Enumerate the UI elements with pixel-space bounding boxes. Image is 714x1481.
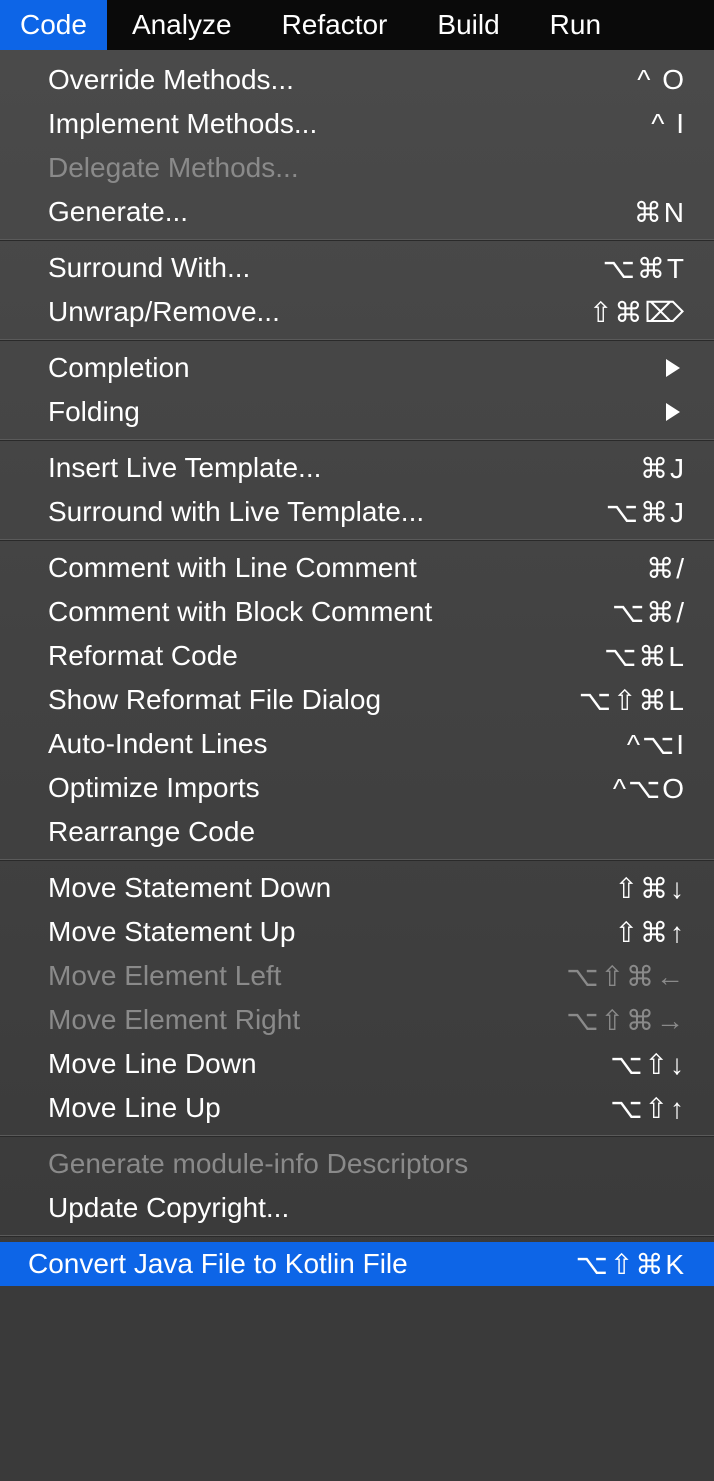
menubar-item-build[interactable]: Build [412,0,524,50]
menu-label: Move Statement Down [48,872,615,904]
menu-item-completion[interactable]: Completion [0,346,714,390]
menu-item-reformat-code[interactable]: Reformat Code ⌥⌘L [0,634,714,678]
menu-label: Override Methods... [48,64,637,96]
menu-item-generate[interactable]: Generate... ⌘N [0,190,714,234]
menu-item-move-line-down[interactable]: Move Line Down ⌥⇧↓ [0,1042,714,1086]
menu-label: Move Line Down [48,1048,610,1080]
menu-shortcut: ⌥⇧⌘→ [566,1004,686,1037]
menu-item-folding[interactable]: Folding [0,390,714,434]
menu-item-move-line-up[interactable]: Move Line Up ⌥⇧↑ [0,1086,714,1130]
menu-item-rearrange-code[interactable]: Rearrange Code [0,810,714,854]
menu-item-move-statement-up[interactable]: Move Statement Up ⇧⌘↑ [0,910,714,954]
submenu-arrow-icon [666,359,680,377]
menu-item-implement-methods[interactable]: Implement Methods... ^ I [0,102,714,146]
menu-shortcut: ⌥⇧↑ [610,1092,686,1125]
menu-item-generate-module-info: Generate module-info Descriptors [0,1142,714,1186]
menu-item-override-methods[interactable]: Override Methods... ^ O [0,58,714,102]
menu-label: Generate... [48,196,634,228]
menu-shortcut: ⇧⌘↓ [615,872,686,905]
menu-item-insert-live-template[interactable]: Insert Live Template... ⌘J [0,446,714,490]
menu-shortcut: ⌥⇧⌘K [576,1248,686,1281]
menu-shortcut: ⌥⌘L [604,640,686,673]
menu-shortcut: ⇧⌘⌦ [589,296,686,329]
menu-label: Insert Live Template... [48,452,640,484]
menu-item-move-statement-down[interactable]: Move Statement Down ⇧⌘↓ [0,866,714,910]
menu-item-surround-with-live-template[interactable]: Surround with Live Template... ⌥⌘J [0,490,714,534]
menu-label: Convert Java File to Kotlin File [28,1248,576,1280]
menu-label: Comment with Block Comment [48,596,612,628]
menubar-item-code[interactable]: Code [0,0,107,50]
menu-item-delegate-methods: Delegate Methods... [0,146,714,190]
menu-section: Completion Folding [0,340,714,440]
menu-label: Delegate Methods... [48,152,686,184]
menu-label: Implement Methods... [48,108,651,140]
menu-shortcut: ^⌥I [627,728,686,761]
menu-label: Completion [48,352,666,384]
menu-label: Folding [48,396,666,428]
menu-shortcut: ⌥⌘T [603,252,686,285]
menu-shortcut: ⌘/ [646,552,686,585]
menu-label: Comment with Line Comment [48,552,646,584]
menu-item-unwrap-remove[interactable]: Unwrap/Remove... ⇧⌘⌦ [0,290,714,334]
menubar-item-refactor[interactable]: Refactor [257,0,413,50]
menu-shortcut: ⌘J [640,452,686,485]
menu-label: Move Element Left [48,960,566,992]
menu-label: Move Line Up [48,1092,610,1124]
menu-label: Reformat Code [48,640,604,672]
menu-shortcut: ⇧⌘↑ [615,916,686,949]
menu-item-update-copyright[interactable]: Update Copyright... [0,1186,714,1230]
menu-label: Rearrange Code [48,816,686,848]
menu-item-optimize-imports[interactable]: Optimize Imports ^⌥O [0,766,714,810]
menu-item-convert-java-to-kotlin[interactable]: Convert Java File to Kotlin File ⌥⇧⌘K [0,1242,714,1286]
menu-shortcut: ⌘N [634,196,686,229]
menu-shortcut: ^ I [651,108,686,140]
menubar: Code Analyze Refactor Build Run [0,0,714,50]
menu-label: Surround with Live Template... [48,496,606,528]
menu-label: Surround With... [48,252,603,284]
menu-item-show-reformat-dialog[interactable]: Show Reformat File Dialog ⌥⇧⌘L [0,678,714,722]
menu-label: Move Element Right [48,1004,566,1036]
menu-section: Generate module-info Descriptors Update … [0,1136,714,1236]
menu-section: Move Statement Down ⇧⌘↓ Move Statement U… [0,860,714,1136]
menu-label: Optimize Imports [48,772,613,804]
menu-item-move-element-left: Move Element Left ⌥⇧⌘← [0,954,714,998]
menu-shortcut: ⌥⇧↓ [610,1048,686,1081]
submenu-arrow-icon [666,403,680,421]
menu-label: Auto-Indent Lines [48,728,627,760]
menu-shortcut: ^ O [637,64,686,96]
menu-label: Move Statement Up [48,916,615,948]
menu-item-surround-with[interactable]: Surround With... ⌥⌘T [0,246,714,290]
menu-item-comment-block[interactable]: Comment with Block Comment ⌥⌘/ [0,590,714,634]
code-dropdown-menu: Override Methods... ^ O Implement Method… [0,50,714,1291]
menu-label: Update Copyright... [48,1192,686,1224]
menu-section: Comment with Line Comment ⌘/ Comment wit… [0,540,714,860]
menu-item-comment-line[interactable]: Comment with Line Comment ⌘/ [0,546,714,590]
menubar-item-analyze[interactable]: Analyze [107,0,257,50]
menubar-item-run[interactable]: Run [525,0,626,50]
menu-section: Override Methods... ^ O Implement Method… [0,50,714,240]
menu-item-move-element-right: Move Element Right ⌥⇧⌘→ [0,998,714,1042]
menu-shortcut: ⌥⇧⌘L [579,684,686,717]
menu-shortcut: ^⌥O [613,772,686,805]
menu-shortcut: ⌥⇧⌘← [566,960,686,993]
menu-shortcut: ⌥⌘/ [612,596,686,629]
menu-shortcut: ⌥⌘J [606,496,686,529]
menu-label: Unwrap/Remove... [48,296,589,328]
menu-section: Surround With... ⌥⌘T Unwrap/Remove... ⇧⌘… [0,240,714,340]
menu-label: Generate module-info Descriptors [48,1148,686,1180]
menu-section: Insert Live Template... ⌘J Surround with… [0,440,714,540]
menu-section: Convert Java File to Kotlin File ⌥⇧⌘K [0,1236,714,1291]
menu-label: Show Reformat File Dialog [48,684,579,716]
menu-item-auto-indent-lines[interactable]: Auto-Indent Lines ^⌥I [0,722,714,766]
